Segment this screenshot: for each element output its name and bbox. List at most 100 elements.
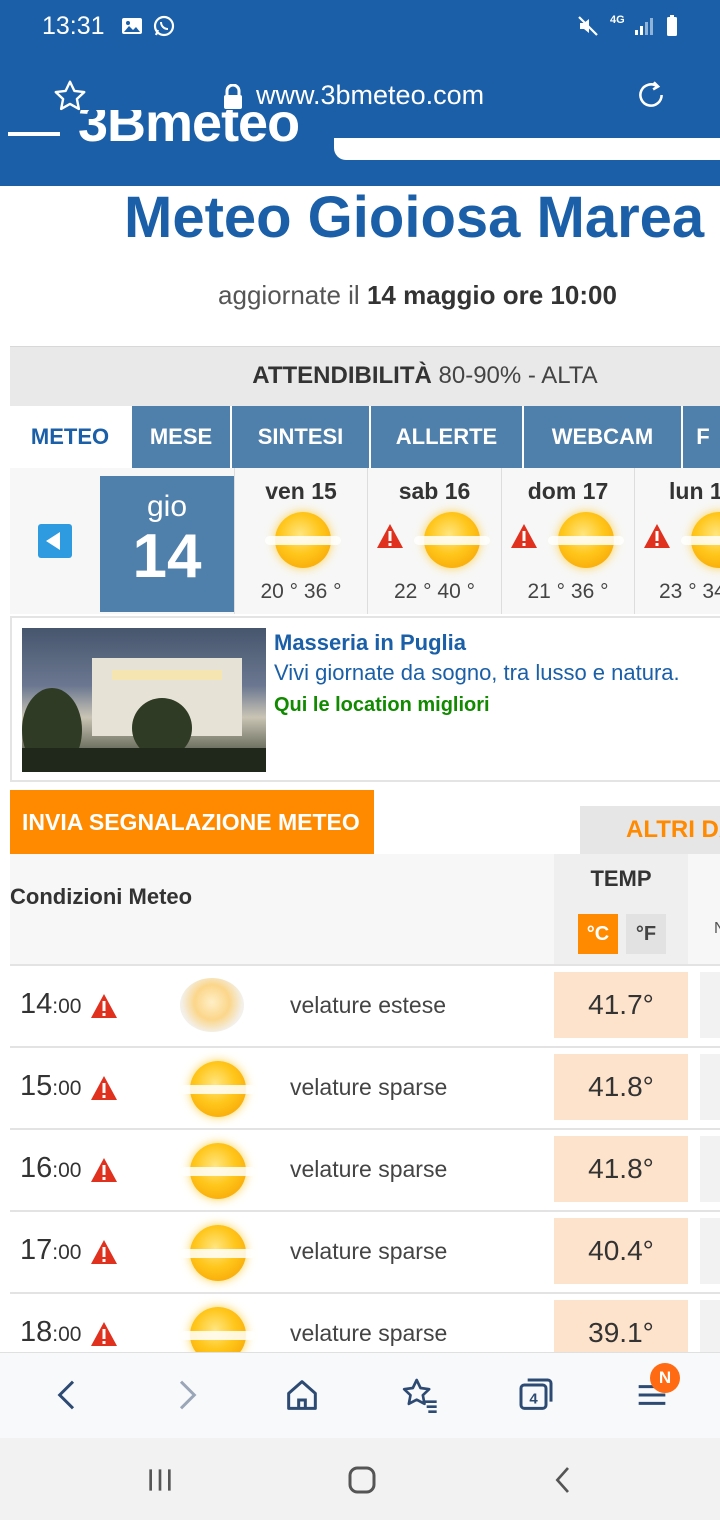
row-hour: 17:00 [20,1234,81,1267]
row-description: velature sparse [290,1156,448,1182]
fahrenheit-button[interactable]: °F [626,914,666,954]
row-hour: 14:00 [20,988,81,1021]
other-data-tab[interactable]: ALTRI DA [580,806,720,854]
day-range: 22 ° 40 ° [393,580,476,603]
row-temperature: 41.8° [554,1136,688,1202]
forward-icon[interactable] [166,1375,206,1415]
tab-mese[interactable]: MESE [132,406,232,468]
home-icon[interactable] [282,1375,322,1415]
reload-icon[interactable] [634,78,668,112]
row-hour-value: 18 [20,1316,53,1348]
table-row: 18:00 velature sparse 39.1° [10,1292,720,1352]
table-row: 14:00 velature estese 41.7° [10,964,720,1046]
page-title: Meteo Gioiosa Marea [124,185,705,250]
bookmarks-icon[interactable] [400,1375,440,1415]
browser-bottom-bar: 4 [0,1352,720,1438]
signal-icon [635,18,653,35]
veiled-sun-icon [180,978,244,1032]
tabs-icon[interactable]: 4 [516,1375,556,1415]
row-hour-value: 17 [20,1234,53,1266]
ad-description: Vivi giornate da sogno, tra lusso e natu… [274,660,680,685]
row-description: velature sparse [290,1238,448,1264]
row-description: velature estese [290,992,446,1018]
reliability-value: 80-90% - ALTA [438,362,598,389]
temp-column-header: TEMP °C °F [554,854,688,964]
alert-icon [377,524,403,548]
sunny-icon [180,1143,256,1199]
menu-notification-badge: N [650,1363,680,1393]
back-icon[interactable] [48,1375,88,1415]
update-info: aggiornate il 14 maggio ore 10:00 [0,280,720,311]
day-strip: gio 14 ven 15 20 ° 36 ° sab 16 22 ° 40 °… [10,468,720,614]
tabs-count: 4 [529,1390,538,1407]
row-hour-value: 15 [20,1070,53,1102]
row-temperature: 40.4° [554,1218,688,1284]
temp-label: TEMP [590,866,652,891]
alert-icon[interactable] [90,993,118,1019]
alert-icon[interactable] [90,1239,118,1265]
next-column-cell [700,1300,720,1352]
day-label: lun 1 [669,478,720,504]
reliability-label: ATTENDIBILITÀ [252,362,432,389]
row-hour: 18:00 [20,1316,81,1349]
prev-day-button[interactable] [38,524,72,558]
next-column-cell [700,972,720,1038]
system-nav-bar [0,1438,720,1520]
tab-allerte[interactable]: ALLERTE [371,406,524,468]
row-hour: 15:00 [20,1070,81,1103]
mute-icon [578,16,598,36]
alert-icon [511,524,537,548]
row-temperature: 39.1° [554,1300,688,1352]
site-logo[interactable]: 3Bmeteo [78,110,299,150]
site-search-input[interactable] [334,138,720,160]
table-row: 17:00 velature sparse 40.4° [10,1210,720,1292]
next-column-cell [700,1054,720,1120]
day-item[interactable]: sab 16 22 ° 40 ° [367,468,501,614]
bookmark-star-icon[interactable] [52,78,88,114]
row-minutes: :00 [52,1159,82,1182]
row-temperature: 41.7° [554,972,688,1038]
ad-image[interactable] [22,628,266,772]
sunny-icon [414,512,490,568]
site-menu-icon[interactable] [8,132,60,136]
celsius-button[interactable]: °C [578,914,618,954]
tab-sintesi[interactable]: SINTESI [232,406,371,468]
ad-image-ground [22,748,266,772]
update-prefix: aggiornate il [218,280,367,310]
day-label: ven 15 [265,478,337,504]
row-hour-value: 14 [20,988,53,1020]
tab-webcam[interactable]: WEBCAM [524,406,683,468]
row-minutes: :00 [52,995,82,1018]
tab-meteo[interactable]: METEO [10,406,132,468]
next-column-peek: N [700,854,720,964]
whatsapp-notification-icon [153,15,175,37]
recent-apps-icon[interactable] [144,1464,176,1496]
day-range: 23 ° 34 [659,580,720,603]
sunny-icon [265,512,341,568]
sunny-icon [681,512,720,568]
send-report-button[interactable]: INVIA SEGNALAZIONE METEO [10,790,374,854]
alert-icon[interactable] [90,1157,118,1183]
tab-more[interactable]: F [683,406,720,468]
row-hour: 16:00 [20,1152,81,1185]
back-nav-icon[interactable] [548,1464,580,1496]
day-item[interactable]: dom 17 21 ° 36 ° [501,468,634,614]
forecast-tabs: METEO MESE SINTESI ALLERTE WEBCAM F [10,406,720,468]
url-text[interactable]: www.3bmeteo.com [256,80,484,111]
ad-title[interactable]: Masseria in Puglia [274,630,466,656]
reliability-bar: ATTENDIBILITÀ 80-90% - ALTA [10,346,720,406]
row-description: velature sparse [290,1074,448,1100]
alert-icon[interactable] [90,1075,118,1101]
row-minutes: :00 [52,1323,82,1346]
day-today[interactable]: gio 14 [100,476,234,612]
conditions-label: Condizioni Meteo [10,884,193,909]
ad-cta-link[interactable]: Qui le location migliori [274,694,490,717]
sunny-icon [180,1307,256,1352]
day-item[interactable]: ven 15 20 ° 36 ° [234,468,367,614]
day-item[interactable]: lun 1 23 ° 34 [634,468,720,614]
next-column-cell [700,1218,720,1284]
alert-icon[interactable] [90,1321,118,1347]
ad-banner[interactable]: Masseria in Puglia Vivi giornate da sogn… [10,616,720,782]
sunny-icon [180,1061,256,1117]
home-nav-icon[interactable] [344,1462,380,1498]
